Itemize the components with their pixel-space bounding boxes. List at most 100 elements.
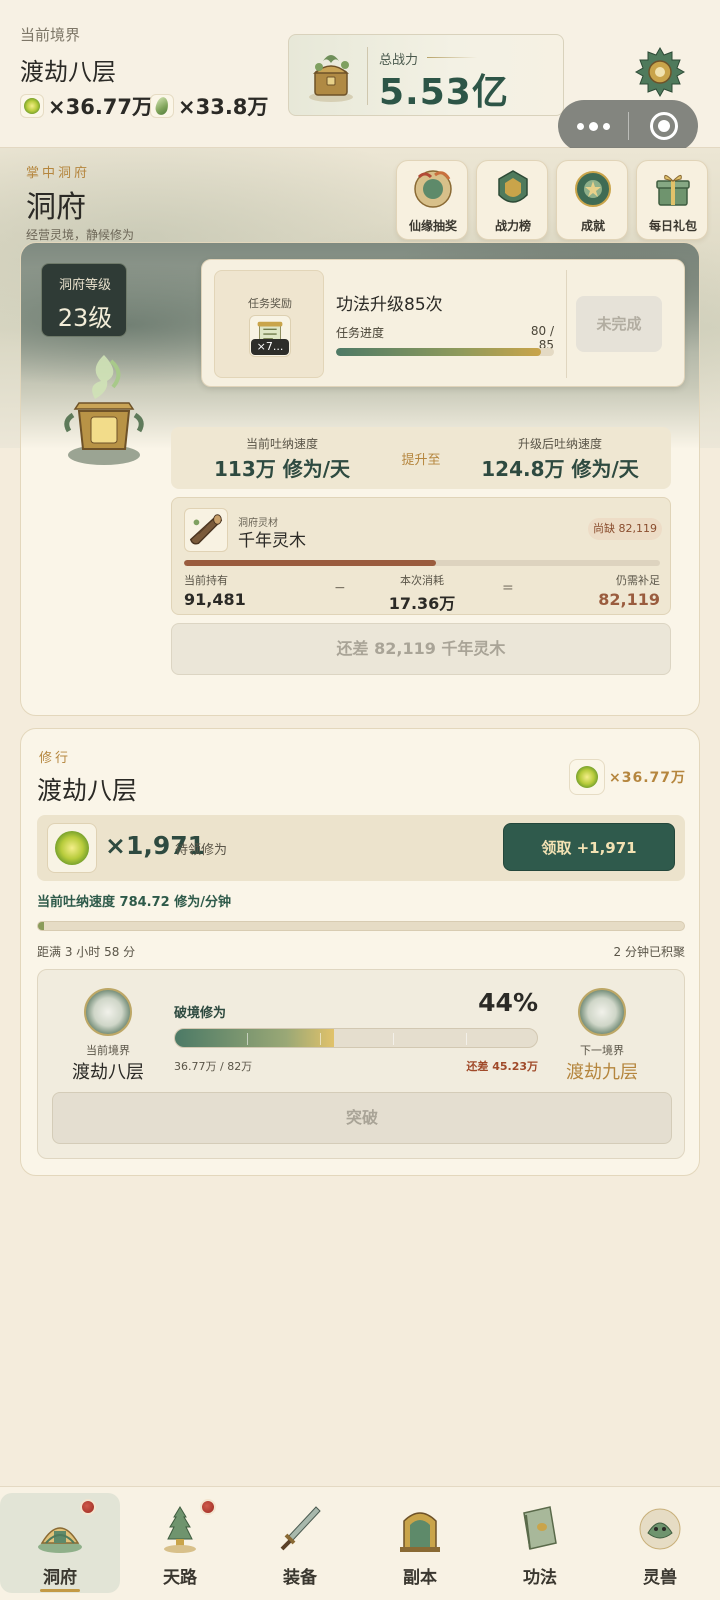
resource-leaf-value: ×33.8万	[178, 95, 269, 119]
dongfu-task-card: 任务奖励 ×7... 功法升级85次 任务进度 80 / 85 未完成	[201, 259, 685, 387]
dongfu-level-value: 23级	[57, 304, 113, 332]
progress-tick	[466, 1033, 467, 1045]
material-have-value: 91,481	[184, 590, 246, 609]
minus-sign: −	[334, 580, 346, 596]
treasure-chest-icon	[309, 55, 353, 102]
cultivation-resource: ×36.77万	[569, 759, 686, 795]
nav-label-dongfu: 洞府	[43, 1568, 77, 1588]
breakthrough-percent: 44%	[478, 988, 538, 1017]
material-cost-label: 本次消耗	[400, 574, 444, 587]
resource-spirit-leaf[interactable]: ×33.8万	[150, 92, 268, 120]
task-incomplete-button[interactable]: 未完成	[576, 296, 662, 352]
time-to-full: 距满 3 小时 58 分	[37, 945, 136, 959]
nav-label-beast: 灵兽	[643, 1568, 677, 1588]
cultivation-card: 修行 渡劫八层 ×36.77万 ×1,971 待领修为 领取 +1,971 当前…	[20, 728, 700, 1176]
pending-cultivation-row: ×1,971 待领修为 领取 +1,971	[37, 815, 685, 881]
gift-box-icon	[656, 175, 690, 206]
nav-item-tianlu[interactable]: 天路	[120, 1493, 240, 1593]
task-reward-label: 任务奖励	[248, 297, 292, 310]
task-divider	[566, 270, 567, 378]
next-realm-label: 下一境界	[580, 1044, 624, 1057]
progress-tick	[393, 1033, 394, 1045]
nav-label-dungeon: 副本	[403, 1568, 437, 1588]
task-reward-count: ×7...	[251, 339, 289, 355]
resource-spirit-orb[interactable]: ×36.77万	[20, 92, 153, 120]
cultivation-resource-value: ×36.77万	[609, 770, 687, 786]
material-progress-bar	[184, 560, 660, 566]
cauldron-icon	[64, 355, 144, 465]
current-realm-name: 渡劫八层	[72, 1062, 144, 1083]
bottom-nav: 洞府 天路 装备 副本 功法 灵兽	[0, 1486, 720, 1600]
cultivation-realm-title: 渡劫八层	[37, 776, 138, 805]
achievement-label: 成就	[580, 219, 605, 233]
achievement-button[interactable]: 成就	[556, 160, 628, 240]
accumulated-time: 2 分钟已积聚	[613, 945, 685, 959]
nav-item-skills[interactable]: 功法	[480, 1493, 600, 1593]
material-lack-button[interactable]: 还差 82,119 千年灵木	[171, 623, 671, 675]
material-card: 洞府灵材 千年灵木 尚缺 82,119 当前持有 91,481 − 本次消耗 1…	[171, 497, 671, 615]
breakthrough-box: 当前境界 渡劫八层 破境修为 44% 36.77万 / 82万 还差 45.23…	[37, 969, 685, 1159]
task-reward-box[interactable]: 任务奖励 ×7...	[214, 270, 324, 378]
nav-item-dongfu[interactable]: 洞府	[0, 1493, 120, 1593]
achievement-icon	[575, 171, 611, 207]
cultivation-orb-icon	[47, 823, 97, 873]
spirit-leaf-icon	[150, 94, 174, 118]
material-need-value: 82,119	[598, 590, 660, 609]
dongfu-level-label: 洞府等级	[58, 278, 111, 293]
spirit-orb-icon	[20, 94, 44, 118]
spirit-wood-icon	[184, 508, 228, 552]
breakthrough-current-amount: 36.77万 / 82万	[174, 1060, 253, 1073]
next-speed-value: 124.8万 修为/天	[481, 457, 639, 481]
dongfu-level-box: 洞府等级 23级	[41, 263, 127, 337]
material-cost-col: 本次消耗 17.36万	[372, 572, 472, 614]
task-progress-fill	[336, 348, 541, 356]
beast-icon	[639, 1508, 681, 1550]
material-name: 千年灵木	[238, 531, 306, 551]
nav-item-dungeon[interactable]: 副本	[360, 1493, 480, 1593]
lottery-label: 仙缘抽奖	[408, 219, 457, 233]
next-speed-label: 升级后吐纳速度	[517, 437, 602, 451]
nav-label-equipment: 装备	[283, 1568, 317, 1588]
nav-label-tianlu: 天路	[163, 1568, 197, 1588]
current-realm-label: 当前境界	[86, 1044, 130, 1057]
more-dots-icon[interactable]	[558, 100, 628, 152]
pending-label: 待领修为	[175, 843, 228, 858]
lottery-icon	[414, 170, 452, 208]
task-name: 功法升级85次	[336, 295, 443, 315]
nav-item-beast[interactable]: 灵兽	[600, 1493, 720, 1593]
nav-label-skills: 功法	[523, 1568, 557, 1588]
sword-icon	[280, 1506, 321, 1551]
book-icon	[523, 1506, 557, 1550]
gate-icon	[400, 1512, 440, 1552]
next-realm-name: 渡劫九层	[566, 1062, 638, 1083]
material-progress-fill	[184, 560, 437, 566]
breakthrough-title: 破境修为	[174, 1006, 227, 1021]
breakthrough-button[interactable]: 突破	[52, 1092, 672, 1144]
next-realm-badge-icon	[578, 988, 626, 1036]
speed-upgrade-card: 当前吐纳速度 113万 修为/天 提升至 升级后吐纳速度 124.8万 修为/天	[171, 427, 671, 489]
dongfu-icon	[38, 1527, 82, 1553]
total-power-card[interactable]: 总战力 5.53亿	[288, 34, 564, 116]
spirit-orb-icon	[569, 759, 605, 795]
ranking-button[interactable]: 战力榜	[476, 160, 548, 240]
ranking-label: 战力榜	[494, 219, 531, 233]
dongfu-subtitle: 经营灵境，静候修为	[26, 228, 135, 242]
claim-button[interactable]: 领取 +1,971	[503, 823, 675, 871]
realm-label: 当前境界	[20, 26, 81, 44]
dongfu-section-tag: 掌中洞府	[26, 166, 91, 181]
material-need-label: 仍需补足	[616, 574, 660, 587]
lottery-button[interactable]: 仙缘抽奖	[396, 160, 468, 240]
nav-item-equipment[interactable]: 装备	[240, 1493, 360, 1593]
task-progress-label: 任务进度	[336, 326, 385, 340]
gear-settings-icon[interactable]	[634, 46, 686, 98]
ranking-icon	[498, 170, 528, 203]
power-divider	[367, 47, 368, 105]
realm-name: 渡劫八层	[20, 58, 116, 86]
dongfu-main-card: 洞府等级 23级 任务奖励 ×7... 功法升级85次 任务进度 80 / 85	[20, 242, 700, 716]
breakthrough-need: 还差 45.23万	[466, 1060, 538, 1073]
breakthrough-progress-fill	[175, 1029, 335, 1047]
power-ornament-line	[427, 57, 477, 58]
resource-orb-value: ×36.77万	[48, 95, 154, 119]
close-target-icon[interactable]	[629, 100, 698, 152]
daily-gift-button[interactable]: 每日礼包	[636, 160, 708, 240]
